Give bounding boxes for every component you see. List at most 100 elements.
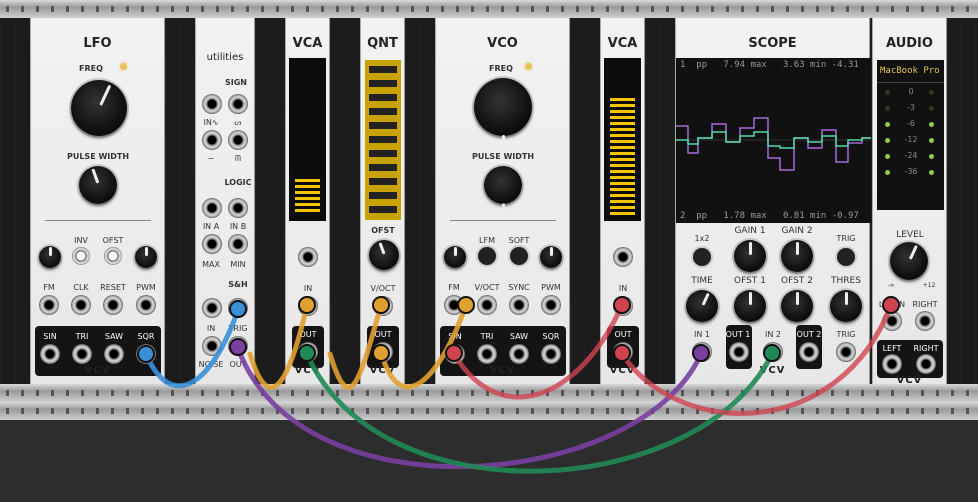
sign-tilde-jack[interactable] [202, 130, 222, 150]
sign-m-jack[interactable] [228, 130, 248, 150]
qnt-voct-input[interactable] [373, 296, 393, 316]
sign-s-label: ᔕ [234, 118, 242, 127]
vco-lfm-switch[interactable] [478, 247, 496, 265]
lfo-saw-output[interactable] [104, 344, 124, 364]
lfo-fm-atten[interactable] [39, 246, 61, 268]
utilities-title: utilities [206, 52, 244, 63]
lfo-pwm-atten[interactable] [135, 246, 157, 268]
sh-trig-jack[interactable] [228, 298, 248, 318]
vca2-module[interactable]: VCA IN OUT VCV [600, 18, 645, 384]
lfo-clk-input[interactable] [71, 295, 91, 315]
logic-in-a-label: IN A [202, 222, 220, 231]
qnt-out-jack[interactable] [373, 342, 393, 362]
vco-sin-output[interactable] [445, 344, 465, 364]
lfo-inv-switch[interactable] [72, 247, 90, 265]
audio-level-knob[interactable] [890, 242, 928, 280]
vco-freq-led [525, 63, 532, 70]
audio-vu-led [885, 154, 890, 159]
audio-level-label: LEVEL [896, 230, 924, 240]
scope-module[interactable]: SCOPE 1 pp 7.94 max 3.63 min -4.31 2 pp … [675, 18, 871, 384]
vco-tri-output[interactable] [477, 344, 497, 364]
scope-thres-knob[interactable] [830, 290, 862, 322]
rack-rail-top [0, 0, 978, 18]
scope-gain1-knob[interactable] [734, 240, 766, 272]
vco-sqr-output[interactable] [541, 344, 561, 364]
logic-min-jack[interactable] [228, 234, 248, 254]
lfo-pwm-label: PWM [136, 283, 156, 292]
scope-gain2-knob[interactable] [781, 240, 813, 272]
vca1-out-jack[interactable] [298, 342, 318, 362]
scope-out2-jack[interactable] [799, 342, 819, 362]
sh-noise-jack[interactable] [202, 336, 222, 356]
sign-in-jack[interactable] [202, 94, 222, 114]
empty-rack-row[interactable] [0, 420, 978, 502]
logic-in-a-jack[interactable] [202, 198, 222, 218]
audio-right-out[interactable] [916, 354, 936, 374]
lfo-pwm-input[interactable] [136, 295, 156, 315]
vco-pw-knob[interactable] [484, 166, 522, 204]
scope-in1-label: IN 1 [694, 330, 710, 339]
audio-left-out[interactable] [882, 354, 902, 374]
scope-trig-jack[interactable] [836, 342, 856, 362]
logic-max-jack[interactable] [202, 234, 222, 254]
vco-saw-label: SAW [509, 332, 529, 341]
vco-fm-label: FM [448, 283, 460, 292]
sh-noise-led-jack[interactable] [202, 298, 222, 318]
vco-module[interactable]: VCO FREQ PULSE WIDTH LFM SOFT FM V/OCT S… [435, 18, 570, 384]
lfo-tri-output[interactable] [72, 344, 92, 364]
vco-voct-input[interactable] [477, 295, 497, 315]
scope-in1-jack[interactable] [692, 342, 712, 362]
vca2-in-jack[interactable] [613, 296, 633, 316]
vco-soft-switch[interactable] [510, 247, 528, 265]
qnt-module[interactable]: QNT OFST V/OCT OUT VCV [360, 18, 405, 384]
qnt-ofst-knob[interactable] [369, 240, 399, 270]
sign-s-jack[interactable] [228, 94, 248, 114]
scope-in2-jack[interactable] [763, 342, 783, 362]
vca1-cv-input[interactable] [298, 247, 318, 267]
sh-noise-label: NOISE [198, 360, 224, 369]
audio-lmon-jack[interactable] [882, 311, 902, 331]
vco-lfm-label: LFM [479, 236, 495, 245]
vca1-module[interactable]: VCA IN OUT VCV [285, 18, 330, 384]
sh-out-jack[interactable] [228, 336, 248, 356]
lfo-ofst-switch[interactable] [104, 247, 122, 265]
vco-pwm-atten[interactable] [540, 246, 562, 268]
sh-trig-label: TRIG [228, 324, 248, 333]
scope-trig-button[interactable] [837, 248, 855, 266]
lfo-fm-label: FM [43, 283, 55, 292]
vca1-in-jack[interactable] [298, 296, 318, 316]
vco-pwm-input[interactable] [541, 295, 561, 315]
vco-freq-knob[interactable] [474, 78, 532, 136]
scope-x2-button[interactable] [693, 248, 711, 266]
lfo-sqr-output[interactable] [136, 344, 156, 364]
audio-device-name[interactable]: MacBook Pro [880, 66, 940, 76]
scope-gain2-label: GAIN 2 [781, 226, 813, 236]
lfo-clk-label: CLK [73, 283, 89, 292]
logic-in-b-jack[interactable] [228, 198, 248, 218]
lfo-module[interactable]: LFO FREQ PULSE WIDTH INV OFST FM CLK RES… [30, 18, 165, 384]
lfo-pw-knob[interactable] [79, 166, 117, 204]
vca1-title: VCA [292, 36, 323, 51]
vco-saw-output[interactable] [509, 344, 529, 364]
vca2-out-jack[interactable] [613, 342, 633, 362]
audio-module[interactable]: AUDIO MacBook Pro 0 -3 -6 -12 -24 -36 LEVEL -… [872, 18, 947, 386]
lfo-sin-output[interactable] [40, 344, 60, 364]
scope-time-knob[interactable] [686, 290, 718, 322]
audio-vu-led [885, 106, 890, 111]
scope-ofst1-knob[interactable] [734, 290, 766, 322]
utilities-module[interactable]: utilities SIGN IN∿ ᔕ ∼ ᗰ LOGIC IN A IN B… [195, 18, 255, 384]
qnt-keyboard[interactable] [365, 60, 401, 220]
vco-fm-input[interactable] [444, 295, 464, 315]
audio-right-in-jack[interactable] [915, 311, 935, 331]
audio-display[interactable]: MacBook Pro 0 -3 -6 -12 -24 -36 [877, 60, 944, 210]
scope-ofst2-knob[interactable] [781, 290, 813, 322]
vca2-cv-input[interactable] [613, 247, 633, 267]
audio-vu-led [929, 90, 934, 95]
vco-soft-label: SOFT [508, 236, 530, 245]
lfo-freq-knob[interactable] [71, 80, 127, 136]
scope-out1-jack[interactable] [729, 342, 749, 362]
vco-fm-atten[interactable] [444, 246, 466, 268]
lfo-reset-input[interactable] [103, 295, 123, 315]
vco-sync-input[interactable] [509, 295, 529, 315]
lfo-fm-input[interactable] [39, 295, 59, 315]
